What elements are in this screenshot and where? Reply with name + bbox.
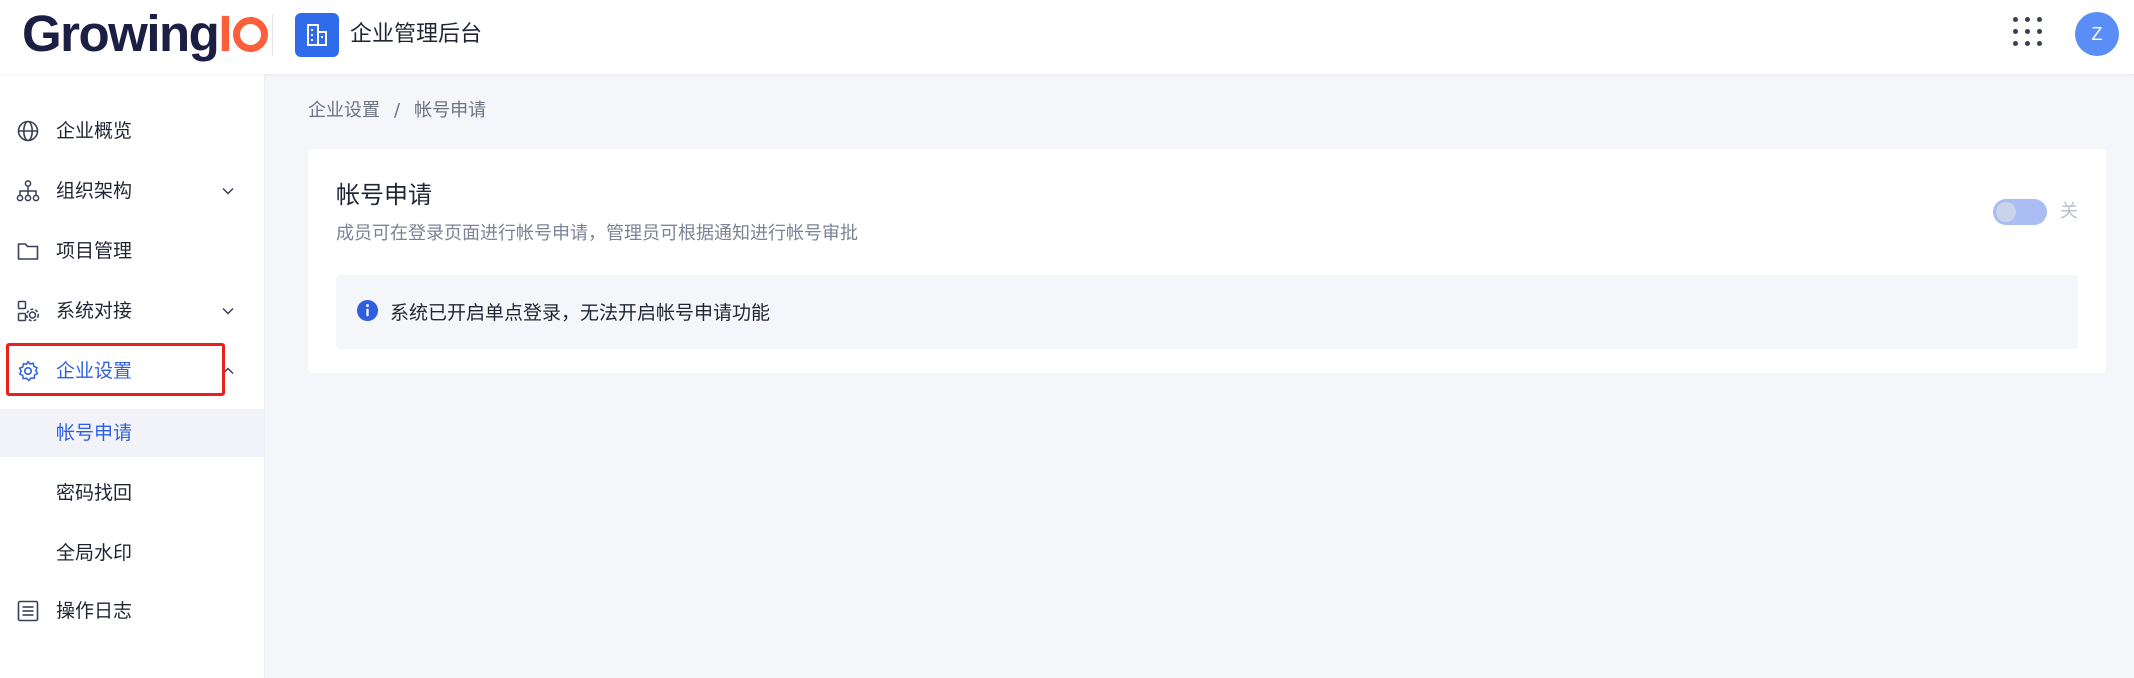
sidebar-subitem-label: 帐号申请 <box>56 422 133 444</box>
chevron-down-icon <box>222 307 234 315</box>
toggle-state-label: 关 <box>2060 201 2078 222</box>
building-icon <box>295 13 339 57</box>
sidebar-item-label: 组织架构 <box>56 180 133 202</box>
integration-gear-icon <box>17 300 40 322</box>
sidebar-subitem-account-application[interactable]: 帐号申请 <box>0 409 264 457</box>
org-chart-icon <box>16 180 40 202</box>
sidebar-item-overview[interactable]: 企业概览 <box>0 106 264 156</box>
sidebar-subitem-password-recovery[interactable]: 密码找回 <box>0 469 264 517</box>
notice-text: 系统已开启单点登录，无法开启帐号申请功能 <box>390 302 771 324</box>
top-header: GrowingI 企业管理后台 Z <box>0 0 2134 74</box>
logo-o-mark <box>233 17 268 52</box>
sidebar-item-integration[interactable]: 系统对接 <box>0 286 264 336</box>
breadcrumb-parent[interactable]: 企业设置 <box>308 100 380 121</box>
sidebar-subitem-label: 密码找回 <box>56 482 133 504</box>
highlight-box <box>6 343 225 396</box>
sidebar-item-projects[interactable]: 项目管理 <box>0 226 264 276</box>
apps-grid-icon[interactable] <box>2013 17 2043 47</box>
sidebar-item-operation-log[interactable]: 操作日志 <box>0 586 264 636</box>
sidebar-item-label: 系统对接 <box>56 300 133 322</box>
header-divider <box>272 14 273 56</box>
page-description: 成员可在登录页面进行帐号申请，管理员可根据通知进行帐号审批 <box>336 223 858 244</box>
folder-icon <box>17 243 39 260</box>
breadcrumb-current: 帐号申请 <box>414 100 487 121</box>
breadcrumb-separator: / <box>394 100 401 121</box>
sidebar-item-label: 项目管理 <box>56 240 133 262</box>
account-application-toggle[interactable] <box>1993 199 2047 225</box>
sso-notice: 系统已开启单点登录，无法开启帐号申请功能 <box>336 275 2078 349</box>
sidebar-item-label: 操作日志 <box>56 600 133 622</box>
user-avatar[interactable]: Z <box>2075 12 2119 56</box>
growingio-logo[interactable]: GrowingI <box>22 6 268 62</box>
info-icon <box>356 299 379 322</box>
globe-icon <box>17 120 39 142</box>
sidebar-subitem-global-watermark[interactable]: 全局水印 <box>0 529 264 577</box>
account-application-card: 帐号申请 成员可在登录页面进行帐号申请，管理员可根据通知进行帐号审批 关 系统已… <box>308 149 2106 373</box>
chevron-down-icon <box>222 187 234 195</box>
sidebar-item-organization[interactable]: 组织架构 <box>0 166 264 216</box>
app-title: 企业管理后台 <box>350 22 483 47</box>
sidebar-item-label: 企业概览 <box>56 120 133 142</box>
sidebar-subitem-label: 全局水印 <box>56 542 133 564</box>
log-list-icon <box>17 600 39 622</box>
page-title: 帐号申请 <box>336 181 432 209</box>
breadcrumb: 企业设置 / 帐号申请 <box>308 98 486 124</box>
toggle-knob <box>1996 202 2016 222</box>
